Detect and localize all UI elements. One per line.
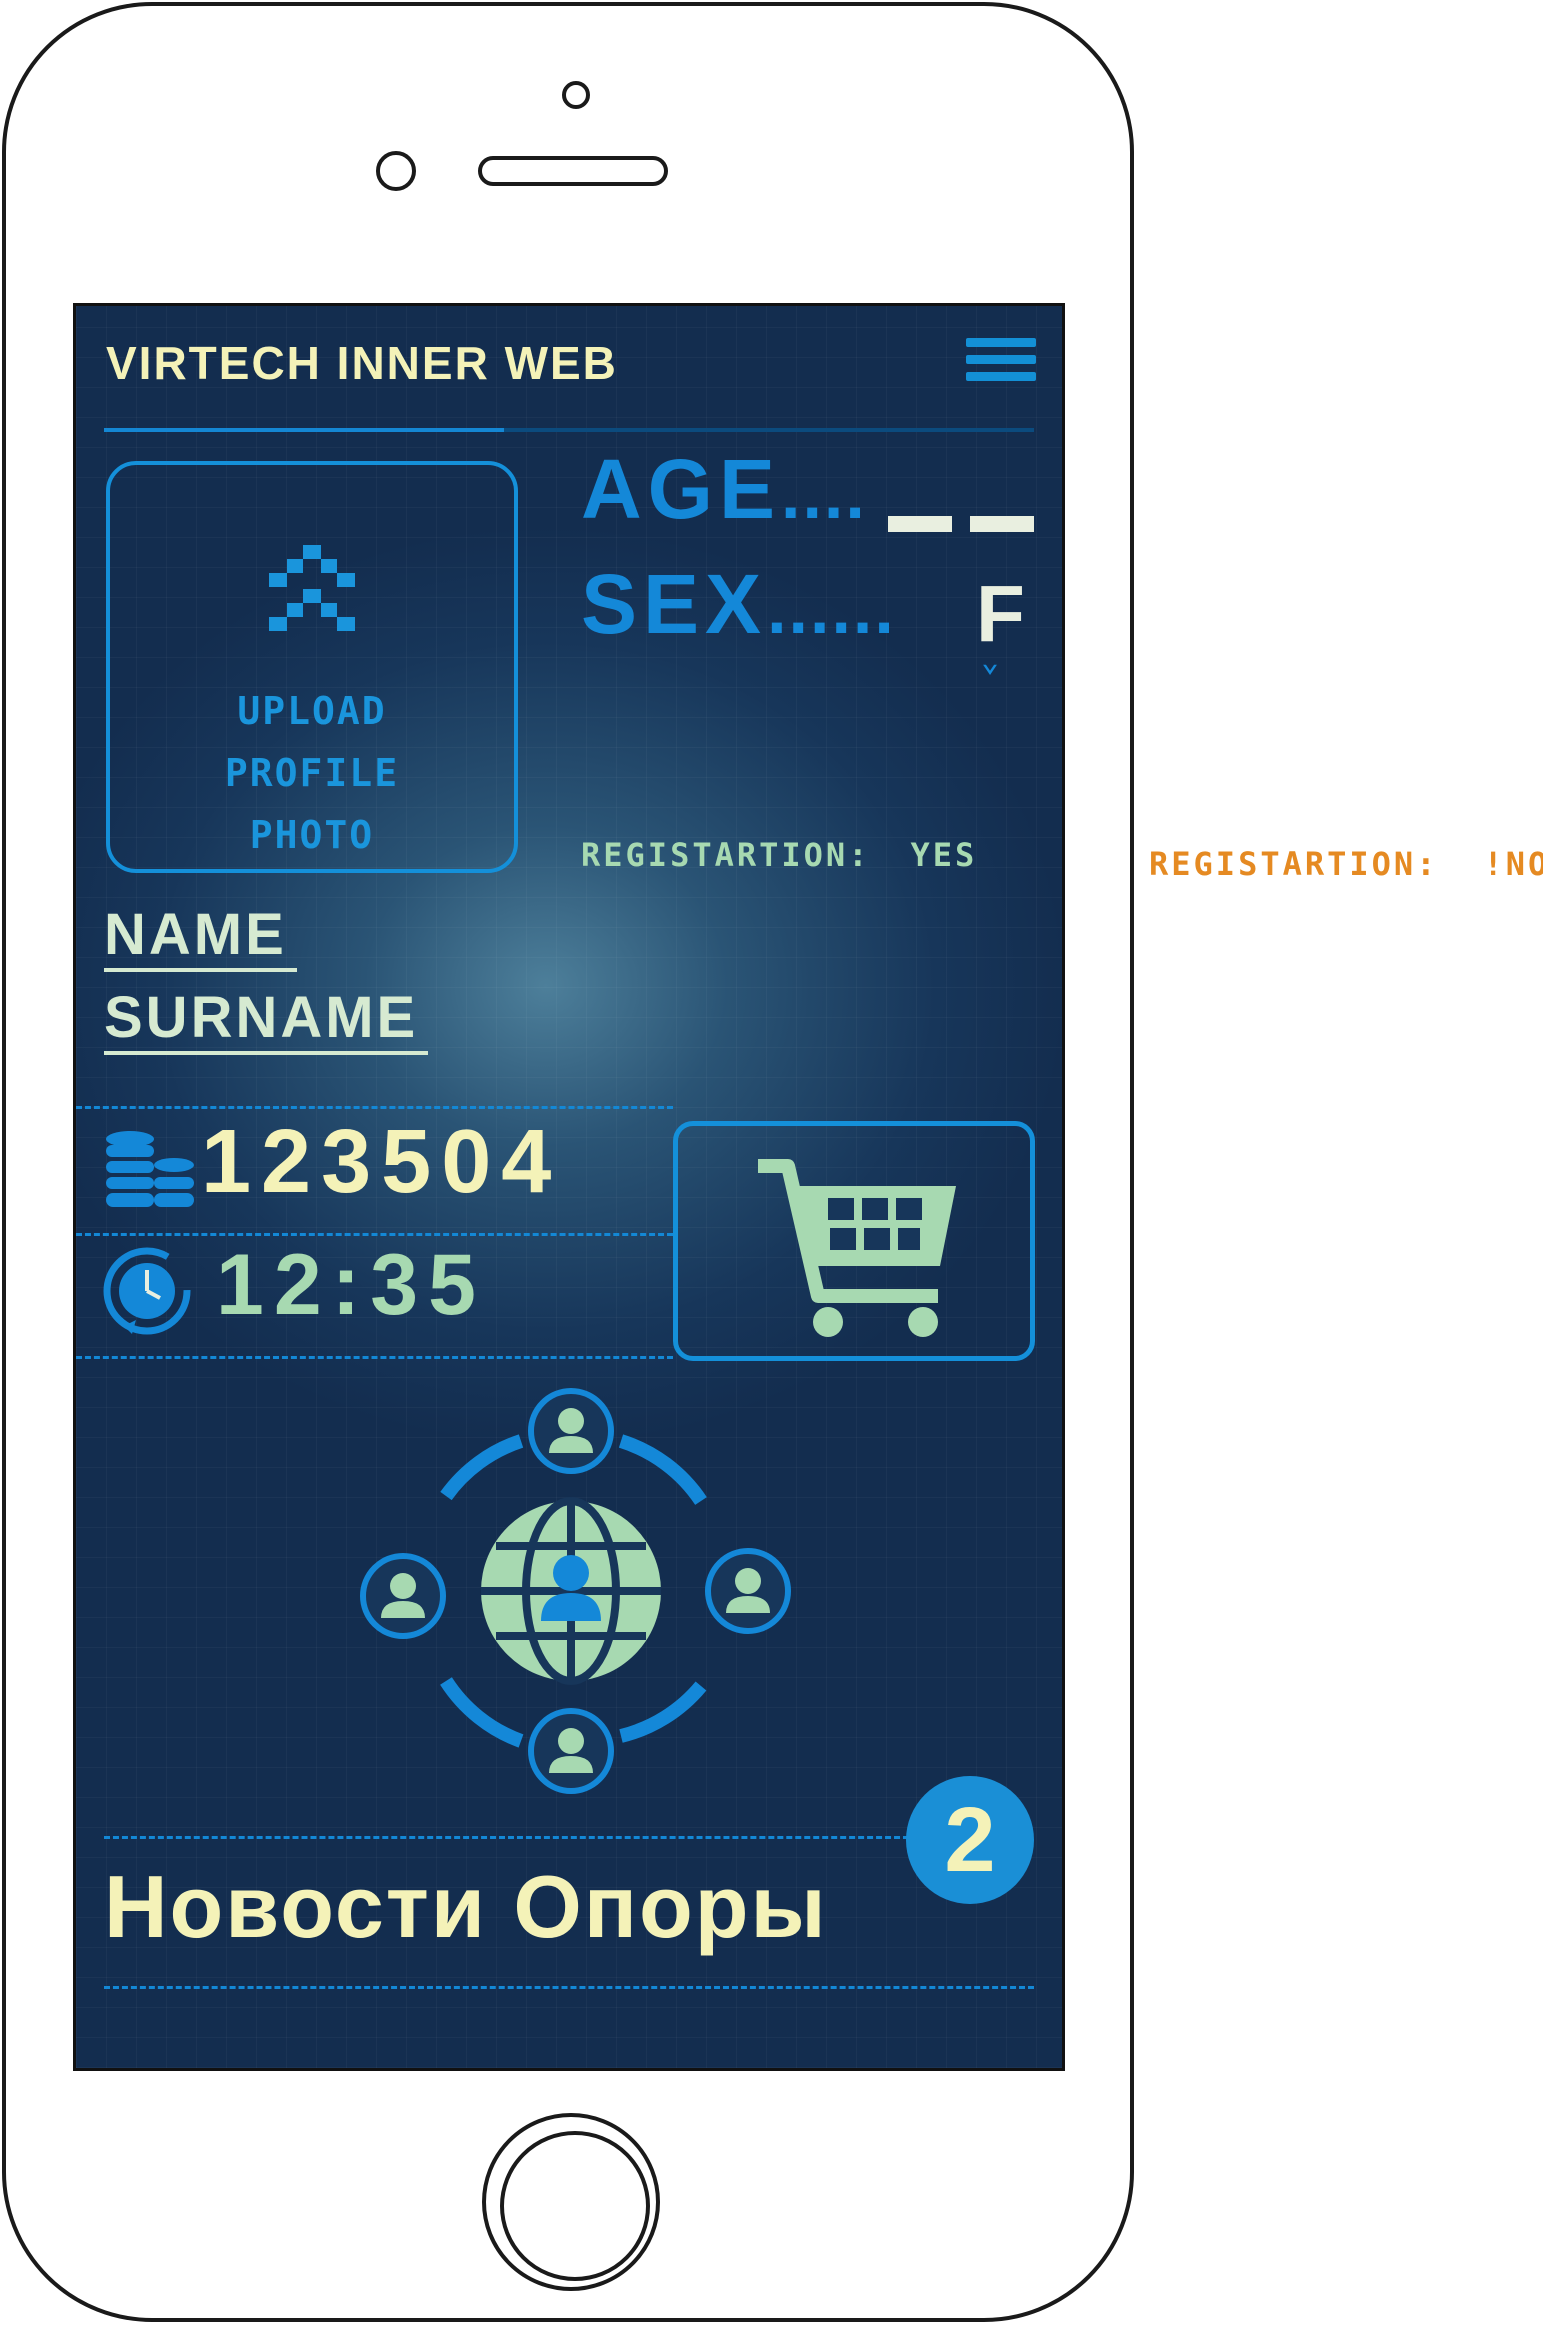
globe-icon — [481, 1497, 661, 1685]
shopping-cart-icon — [758, 1159, 956, 1337]
coin-stack-icon — [106, 1131, 194, 1207]
clock-icon — [103, 1247, 191, 1335]
divider-line — [104, 1986, 1034, 1989]
registration-status-alt: REGISTARTION: !NO! — [1149, 845, 1543, 883]
name-field[interactable]: NAME — [104, 901, 297, 972]
proximity-sensor — [376, 151, 416, 191]
registration-label: REGISTARTION: — [581, 836, 871, 874]
front-camera — [562, 81, 590, 109]
home-button[interactable] — [482, 2113, 660, 2291]
hamburger-menu-icon[interactable] — [966, 338, 1036, 400]
user-node-right — [705, 1548, 791, 1634]
sex-label: SEX — [581, 557, 768, 651]
user-node-left — [360, 1553, 446, 1639]
age-label: AGE — [581, 442, 782, 536]
timer-display: 12:35 — [216, 1237, 486, 1333]
registration-alt-label: REGISTARTION: — [1149, 845, 1439, 883]
news-count-badge[interactable]: 2 — [906, 1776, 1034, 1904]
divider-line — [104, 1836, 909, 1839]
age-input[interactable] — [888, 516, 1034, 532]
age-row: AGE.... — [581, 442, 867, 536]
coin-balance: 123504 — [201, 1112, 562, 1212]
app-screen: VIRTECH INNER WEB UPLOAD PROFILE PHOTO A… — [73, 303, 1065, 2071]
news-count: 2 — [944, 1788, 996, 1891]
registration-value: YES — [910, 836, 978, 874]
upload-arrow-icon — [269, 545, 355, 631]
upload-label-line-2: PROFILE — [224, 751, 400, 795]
divider-line — [76, 1106, 673, 1109]
global-network-icon[interactable] — [346, 1381, 796, 1801]
divider-line — [76, 1356, 673, 1359]
news-title[interactable]: Новости Опоры — [104, 1856, 828, 1958]
sex-row: SEX...... — [581, 557, 896, 651]
registration-status: REGISTARTION: YES — [581, 836, 977, 874]
upload-label-line-1: UPLOAD — [237, 689, 387, 733]
user-node-bottom — [528, 1708, 614, 1794]
shop-cart-button[interactable] — [673, 1121, 1035, 1361]
registration-alt-value: !NO! — [1483, 845, 1543, 883]
upload-photo-button[interactable]: UPLOAD PROFILE PHOTO — [106, 461, 518, 873]
surname-field[interactable]: SURNAME — [104, 984, 429, 1055]
chevron-down-icon[interactable]: ⌄ — [981, 644, 999, 679]
user-node-top — [528, 1388, 614, 1474]
earpiece-speaker — [478, 156, 668, 186]
upload-label-line-3: PHOTO — [249, 813, 375, 857]
app-title: VIRTECH INNER WEB — [106, 337, 618, 389]
header-progress-line — [104, 428, 1034, 432]
